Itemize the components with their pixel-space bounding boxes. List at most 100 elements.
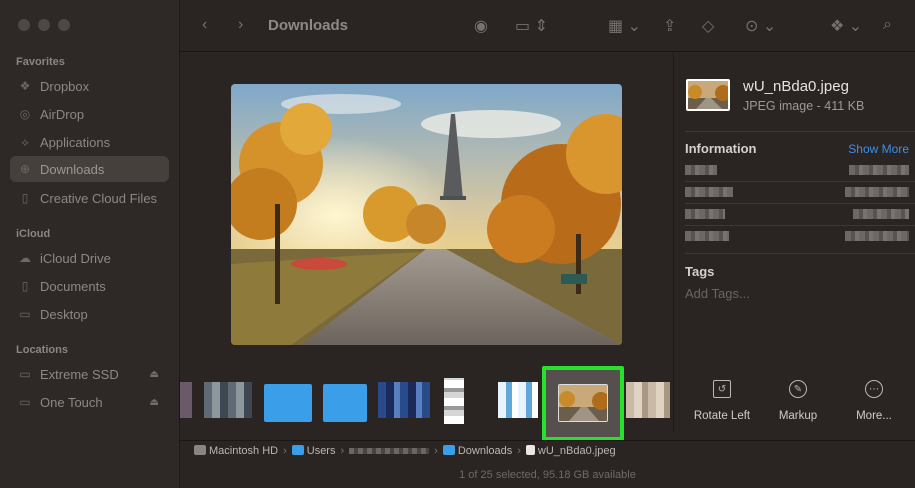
- path-separator: ›: [434, 445, 438, 457]
- thumbnail[interactable]: [498, 382, 538, 418]
- path-bar: Macintosh HD › Users › › Downloads › wU_…: [180, 440, 915, 461]
- sidebar-item-label: Downloads: [40, 161, 105, 177]
- sidebar-item-label: iCloud Drive: [40, 250, 111, 266]
- file-name: wU_nBda0.jpeg: [743, 78, 849, 95]
- information-heading: Information: [685, 141, 757, 156]
- sidebar-item-label: Desktop: [40, 306, 88, 322]
- redacted-path-item: [349, 448, 430, 454]
- thumbnail[interactable]: [180, 382, 192, 418]
- sidebar-item-creative-cloud-files[interactable]: ▯ Creative Cloud Files: [10, 185, 169, 211]
- drive-icon: ▭: [19, 367, 31, 381]
- more-button[interactable]: ⋯ More...: [844, 380, 904, 422]
- sidebar-item-label: One Touch: [40, 394, 103, 410]
- folder-thumbnail[interactable]: [323, 384, 367, 422]
- sidebar-section-locations: Locations: [16, 344, 68, 356]
- airdrop-icon: ◎: [19, 107, 31, 121]
- rotate-left-button[interactable]: ↺ Rotate Left: [692, 380, 752, 422]
- path-separator: ›: [340, 445, 345, 457]
- sidebar-section-icloud: iCloud: [16, 228, 51, 240]
- dropbox-icon[interactable]: ❖ ⌄: [830, 16, 862, 36]
- show-more-link[interactable]: Show More: [848, 142, 909, 156]
- path-item-file[interactable]: wU_nBda0.jpeg: [525, 445, 616, 457]
- sidebar-item-one-touch[interactable]: ▭ One Touch ⏏: [10, 389, 169, 415]
- document-icon: ▯: [21, 191, 29, 205]
- sidebar-item-airdrop[interactable]: ◎ AirDrop: [10, 101, 169, 127]
- status-bar: 1 of 25 selected, 95.18 GB available: [459, 469, 636, 481]
- sidebar-item-icloud-drive[interactable]: ☁ iCloud Drive: [10, 245, 169, 271]
- sidebar-item-documents[interactable]: ▯ Documents: [10, 273, 169, 299]
- markup-button[interactable]: ✎ Markup: [768, 380, 828, 422]
- redacted-info-row: [685, 209, 909, 221]
- sidebar-item-label: Applications: [40, 134, 111, 150]
- file-thumbnail: [686, 79, 730, 111]
- path-separator: ›: [283, 445, 287, 457]
- downloads-icon: ⊕: [19, 162, 31, 176]
- zoom-window-button[interactable]: [58, 19, 70, 31]
- window-title: Downloads: [268, 17, 349, 34]
- desktop-icon: ▭: [19, 307, 31, 321]
- sidebar-item-label: Extreme SSD: [40, 366, 119, 382]
- redacted-info-row: [685, 165, 909, 177]
- path-separator: ›: [517, 445, 521, 457]
- toolbar: ‹ › Downloads ◉ ▭ ⇕ ▦ ⌄ ⇪ ◇ ⊙ ⌄ ❖ ⌄ ⌕: [180, 0, 915, 52]
- file-kind: JPEG image - 411 KB: [743, 99, 865, 113]
- path-item-macintosh-hd[interactable]: Macintosh HD: [194, 445, 278, 457]
- sidebar-item-desktop[interactable]: ▭ Desktop: [10, 301, 169, 327]
- dropbox-icon: ❖: [19, 79, 31, 93]
- action-menu-icon[interactable]: ⊙ ⌄: [745, 16, 776, 36]
- sidebar-section-favorites: Favorites: [16, 56, 65, 68]
- applications-icon: ⟡: [21, 134, 29, 149]
- window-controls: [18, 19, 70, 31]
- forward-chevron-icon[interactable]: ›: [238, 16, 243, 34]
- path-item-downloads[interactable]: Downloads: [442, 445, 512, 457]
- airdrop-icon[interactable]: ◉: [474, 16, 488, 36]
- sidebar: Favorites ❖ Dropbox ◎ AirDrop ⟡ Applicat…: [0, 0, 180, 488]
- sidebar-item-applications[interactable]: ⟡ Applications: [10, 129, 169, 155]
- sidebar-item-label: Creative Cloud Files: [40, 190, 158, 206]
- sidebar-item-downloads[interactable]: ⊕ Downloads: [10, 156, 169, 182]
- rotate-left-label: Rotate Left: [693, 410, 751, 422]
- group-icon[interactable]: ▦ ⌄: [608, 16, 641, 36]
- eject-icon[interactable]: ⏏: [150, 369, 159, 380]
- more-label: More...: [856, 410, 892, 422]
- thumbnail[interactable]: [626, 382, 670, 418]
- tag-icon[interactable]: ◇: [702, 16, 714, 36]
- thumbnail[interactable]: [204, 382, 252, 418]
- image-preview[interactable]: [231, 84, 622, 345]
- close-window-button[interactable]: [18, 19, 30, 31]
- rotate-left-icon: ↺: [713, 380, 731, 398]
- redacted-info-row: [685, 231, 909, 243]
- divider: [685, 131, 915, 132]
- selected-thumbnail-image: [558, 384, 608, 422]
- sidebar-item-extreme-ssd[interactable]: ▭ Extreme SSD ⏏: [10, 361, 169, 387]
- back-chevron-icon[interactable]: ‹: [202, 16, 207, 34]
- path-item-users[interactable]: Users: [291, 445, 335, 457]
- redacted-info-row: [685, 187, 909, 199]
- sidebar-item-dropbox[interactable]: ❖ Dropbox: [10, 73, 169, 99]
- sidebar-item-label: Documents: [40, 278, 106, 294]
- tags-heading: Tags: [685, 264, 715, 279]
- thumbnail[interactable]: [378, 382, 430, 418]
- minimize-window-button[interactable]: [38, 19, 50, 31]
- folder-icon: [291, 445, 304, 455]
- folder-thumbnail[interactable]: [264, 384, 312, 422]
- file-icon: [525, 445, 535, 455]
- document-icon: ▯: [21, 279, 29, 293]
- view-options-icon[interactable]: ▭ ⇕: [515, 16, 548, 36]
- sidebar-item-label: AirDrop: [40, 106, 85, 122]
- search-icon[interactable]: ⌕: [883, 16, 892, 34]
- paris-photo: [231, 84, 622, 345]
- folder-icon: [442, 445, 455, 455]
- cloud-icon: ☁: [19, 251, 31, 265]
- markup-icon: ✎: [789, 380, 807, 398]
- more-icon: ⋯: [865, 380, 883, 398]
- selected-thumbnail[interactable]: [542, 366, 624, 441]
- add-tags-field[interactable]: Add Tags...: [685, 286, 750, 301]
- info-panel: wU_nBda0.jpeg JPEG image - 411 KB Inform…: [673, 53, 915, 433]
- thumbnail[interactable]: [444, 378, 464, 424]
- hard-drive-icon: [194, 445, 206, 455]
- markup-label: Markup: [778, 410, 818, 422]
- eject-icon[interactable]: ⏏: [150, 397, 159, 408]
- share-icon[interactable]: ⇪: [663, 16, 676, 36]
- sidebar-item-label: Dropbox: [40, 78, 90, 94]
